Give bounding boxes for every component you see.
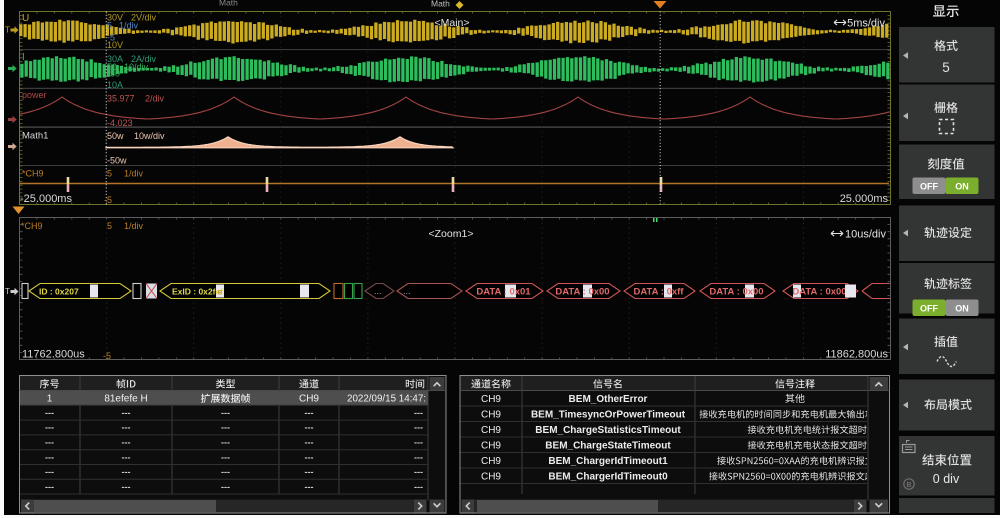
svg-text:10A: 10A (107, 80, 123, 90)
svg-text:---: --- (221, 482, 230, 492)
svg-text:ExID : 0x2fef: ExID : 0x2fef (172, 287, 223, 297)
svg-text:<Zoom1>: <Zoom1> (429, 228, 474, 240)
svg-text:BEM_OtherError: BEM_OtherError (569, 394, 648, 405)
svg-text:81efefe H: 81efefe H (104, 394, 147, 405)
svg-text:BEM_TimesyncOrPowerTimeout: BEM_TimesyncOrPowerTimeout (531, 409, 686, 420)
svg-text:-5: -5 (103, 351, 111, 361)
svg-text:-4.023: -4.023 (107, 118, 133, 128)
svg-text:---: --- (221, 408, 230, 418)
svg-text:---: --- (45, 423, 54, 433)
svg-text:Math: Math (219, 0, 238, 8)
svg-text:50w: 50w (107, 131, 124, 141)
svg-text:---: --- (414, 482, 423, 492)
svg-text:BEM_ChargeStatisticsTimeout: BEM_ChargeStatisticsTimeout (535, 425, 681, 436)
svg-text:*CH9: *CH9 (21, 221, 43, 231)
svg-text:---: --- (45, 467, 54, 477)
svg-text:5: 5 (107, 21, 112, 31)
svg-text:---: --- (45, 408, 54, 418)
svg-text:---: --- (221, 438, 230, 448)
svg-text:CH9: CH9 (481, 425, 501, 436)
svg-text:---: --- (414, 452, 423, 462)
svg-text:---: --- (45, 438, 54, 448)
svg-text:BEM_ChargerIdTimeout0: BEM_ChargerIdTimeout0 (548, 471, 668, 482)
svg-text:11862.800us: 11862.800us (825, 349, 888, 361)
svg-text:DATA : 0x01: DATA : 0x01 (476, 287, 531, 298)
svg-text:...: ... (403, 286, 411, 296)
svg-text:5: 5 (107, 169, 112, 179)
svg-text:Math: Math (431, 0, 450, 9)
svg-text:e: e (218, 287, 223, 297)
svg-text:---: --- (414, 438, 423, 448)
svg-text:---: --- (305, 438, 314, 448)
svg-text:5ms/div: 5ms/div (847, 18, 885, 30)
svg-text:0 div: 0 div (933, 472, 960, 486)
svg-text:10/div: 10/div (124, 62, 149, 72)
svg-text:ON: ON (955, 304, 969, 314)
svg-text:OFF: OFF (920, 182, 938, 192)
svg-text:DATA : 0x00: DATA : 0x00 (709, 287, 763, 298)
svg-text:CH9: CH9 (481, 409, 501, 420)
svg-text:---: --- (305, 408, 314, 418)
svg-text:25.000ms: 25.000ms (840, 193, 889, 205)
svg-text:---: --- (122, 452, 131, 462)
svg-text:1/div: 1/div (124, 169, 144, 179)
svg-text:...: ... (374, 286, 382, 296)
svg-text:CH9: CH9 (481, 456, 501, 467)
svg-text:---: --- (122, 423, 131, 433)
svg-text:OFF: OFF (920, 304, 938, 314)
svg-text:---: --- (122, 408, 131, 418)
svg-text:*CH9: *CH9 (22, 169, 44, 179)
svg-text:1: 1 (47, 394, 53, 405)
svg-text:11762.800us: 11762.800us (22, 349, 85, 361)
svg-text:T: T (5, 287, 10, 296)
svg-text:ID : 0x207: ID : 0x207 (39, 287, 79, 297)
svg-text:1/div: 1/div (119, 21, 139, 31)
svg-text:CH9: CH9 (481, 440, 501, 451)
svg-text:---: --- (45, 482, 54, 492)
svg-text:B: B (906, 480, 911, 489)
svg-text:---: --- (305, 423, 314, 433)
svg-text:---: --- (305, 482, 314, 492)
svg-text:-25.000ms: -25.000ms (20, 193, 72, 205)
svg-text:-5: -5 (104, 195, 112, 205)
svg-text:<Main>: <Main> (434, 17, 469, 29)
svg-text:Math1: Math1 (22, 131, 48, 142)
svg-text:5: 5 (942, 60, 950, 75)
svg-text:10V: 10V (107, 40, 123, 50)
svg-text:2/div: 2/div (145, 94, 165, 104)
svg-text:---: --- (305, 467, 314, 477)
svg-text:---: --- (414, 423, 423, 433)
svg-text:DATA : 0x00: DATA : 0x00 (792, 287, 846, 298)
svg-text:CH9: CH9 (299, 394, 319, 405)
svg-text:-50w: -50w (107, 156, 127, 166)
svg-text:---: --- (122, 467, 131, 477)
svg-text:DATA : 0xff: DATA : 0xff (634, 287, 685, 298)
svg-text:DATA : 0x00: DATA : 0x00 (555, 287, 609, 298)
svg-text:---: --- (122, 438, 131, 448)
svg-text:---: --- (45, 452, 54, 462)
svg-text:---: --- (414, 467, 423, 477)
svg-text:CH9: CH9 (481, 471, 501, 482)
svg-text:2022/09/15 14:47:: 2022/09/15 14:47: (347, 394, 426, 405)
svg-text:---: --- (221, 467, 230, 477)
svg-text:---: --- (305, 452, 314, 462)
svg-text:ON: ON (955, 182, 969, 192)
svg-text:---: --- (122, 482, 131, 492)
svg-text:---: --- (221, 452, 230, 462)
svg-text:10w/div: 10w/div (134, 131, 165, 141)
svg-text:-50: -50 (107, 69, 120, 79)
svg-text:I: I (22, 52, 25, 63)
svg-text:BEM_ChargerIdTimeout1: BEM_ChargerIdTimeout1 (548, 456, 668, 467)
svg-text:35.977: 35.977 (107, 94, 135, 104)
svg-text:---: --- (414, 408, 423, 418)
svg-text:T: T (5, 26, 10, 35)
svg-text:10us/div: 10us/div (845, 229, 886, 241)
svg-text:U: U (22, 13, 29, 24)
svg-text:CH9: CH9 (481, 394, 501, 405)
svg-text:power: power (22, 90, 47, 100)
svg-text:BEM_ChargeStateTimeout: BEM_ChargeStateTimeout (545, 440, 671, 451)
svg-text:---: --- (221, 423, 230, 433)
svg-text:1/div: 1/div (124, 221, 144, 231)
svg-text:5: 5 (107, 221, 112, 231)
